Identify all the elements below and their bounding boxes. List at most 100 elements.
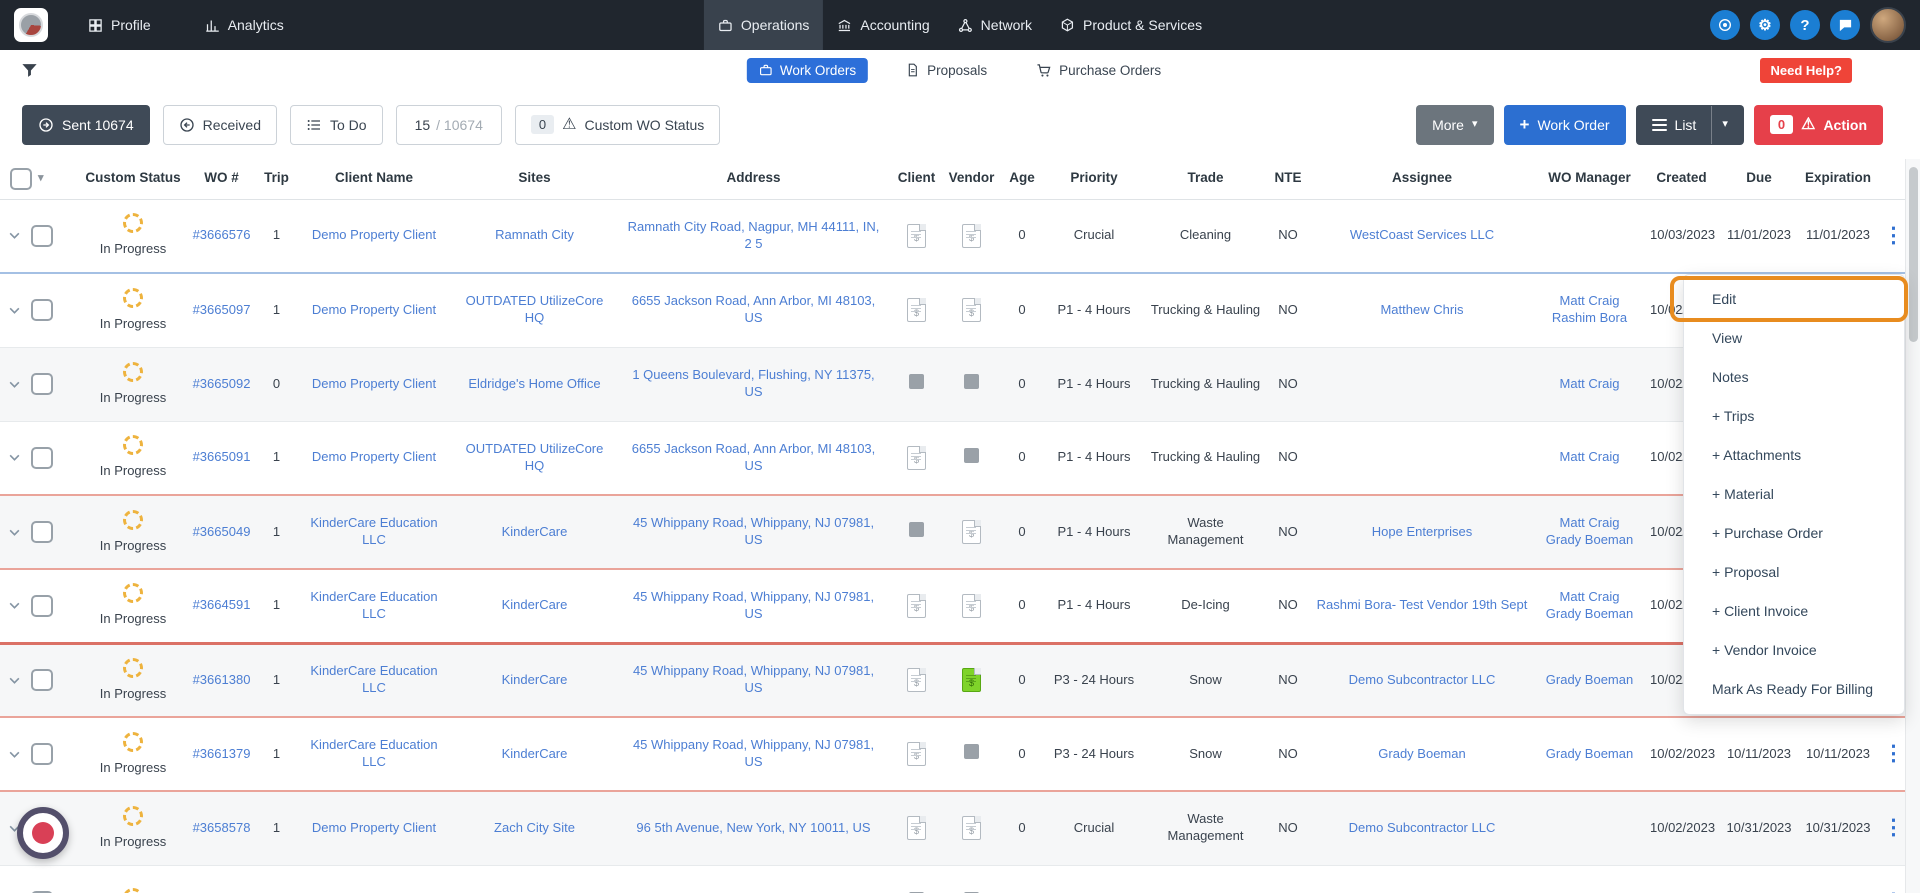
row-checkbox[interactable]	[31, 446, 53, 469]
column-header-client[interactable]: Client	[890, 159, 943, 200]
table-row[interactable]: In Progress #3661380 1 KinderCare Educat…	[0, 641, 1905, 717]
assignee-link[interactable]: Matthew Chris	[1380, 302, 1463, 317]
wo-number-link[interactable]: #3665091	[193, 449, 251, 464]
select-all-checkbox[interactable]	[10, 167, 32, 190]
invoice-doc-icon[interactable]: $	[962, 816, 981, 841]
client-name-link[interactable]: KinderCare Education LLC	[310, 589, 437, 621]
site-link[interactable]: Zach City Site	[494, 820, 575, 835]
client-name-link[interactable]: Demo Property Client	[312, 302, 436, 317]
invoice-doc-icon[interactable]: $	[907, 593, 926, 618]
expand-chevron-icon[interactable]	[8, 599, 21, 612]
address-link[interactable]: 6655 Jackson Road, Ann Arbor, MI 48103, …	[632, 441, 876, 473]
wo-number-link[interactable]: #3661379	[193, 746, 251, 761]
invoice-doc-icon[interactable]: $	[962, 298, 981, 323]
user-avatar[interactable]	[1870, 7, 1906, 43]
wo-number-link[interactable]: #3661380	[193, 672, 251, 687]
list-view-button[interactable]: List ▾	[1635, 104, 1744, 145]
client-name-link[interactable]: KinderCare Education LLC	[310, 663, 437, 695]
table-row[interactable]: In Progress #3665091 1 Demo Property Cli…	[0, 420, 1905, 495]
invoice-doc-icon[interactable]: $	[907, 445, 926, 470]
tab-proposals[interactable]: Proposals	[894, 58, 999, 83]
column-header-trade[interactable]: Trade	[1144, 159, 1267, 200]
invoice-doc-icon[interactable]: $	[907, 298, 926, 323]
tab-purchase-orders[interactable]: Purchase Orders	[1025, 58, 1173, 83]
menu-item-client-invoice[interactable]: + Client Invoice	[1684, 592, 1904, 631]
nav-item-product-services[interactable]: Product & Services	[1046, 0, 1216, 50]
row-actions-kebab-icon[interactable]: ⋮	[1883, 816, 1904, 839]
nav-item-accounting[interactable]: Accounting	[823, 0, 943, 50]
invoice-doc-icon[interactable]: $	[907, 816, 926, 841]
column-header-wo-manager[interactable]: WO Manager	[1535, 159, 1644, 200]
column-header-age[interactable]: Age	[1000, 159, 1044, 200]
row-checkbox[interactable]	[31, 521, 53, 543]
menu-item-material[interactable]: + Material	[1684, 475, 1904, 514]
site-link[interactable]: Ramnath City	[495, 227, 574, 242]
address-link[interactable]: 45 Whippany Road, Whippany, NJ 07981, US	[633, 515, 874, 547]
chat-icon[interactable]	[1830, 10, 1860, 40]
invoice-doc-icon[interactable]: $	[962, 593, 981, 618]
tab-work-orders[interactable]: Work Orders	[746, 57, 869, 83]
column-header-custom-status[interactable]: Custom Status	[80, 159, 186, 200]
wo-number-link[interactable]: #3658578	[193, 820, 251, 835]
menu-item-vendor-invoice[interactable]: + Vendor Invoice	[1684, 631, 1904, 670]
wo-number-link[interactable]: #3664591	[193, 597, 251, 612]
todo-filter-button[interactable]: To Do	[290, 104, 383, 145]
client-name-link[interactable]: Demo Property Client	[312, 227, 436, 242]
site-link[interactable]: KinderCare	[502, 672, 568, 687]
column-header-assignee[interactable]: Assignee	[1309, 159, 1535, 200]
support-icon[interactable]	[1710, 10, 1740, 40]
menu-item-proposal[interactable]: + Proposal	[1684, 553, 1904, 592]
menu-item-trips[interactable]: + Trips	[1684, 397, 1904, 436]
column-header-nte[interactable]: NTE	[1267, 159, 1309, 200]
column-header-vendor[interactable]: Vendor	[943, 159, 1000, 200]
custom-wo-status-button[interactable]: 0 ⚠ Custom WO Status	[514, 104, 721, 145]
client-name-link[interactable]: Demo Property Client	[312, 376, 436, 391]
column-header-created[interactable]: Created	[1644, 159, 1719, 200]
table-row[interactable]: In Progress #3665092 0 Demo Property Cli…	[0, 346, 1905, 421]
address-link[interactable]: 45 Whippany Road, Whippany, NJ 07981, US	[633, 663, 874, 695]
nav-item-profile[interactable]: Profile	[74, 0, 165, 50]
expand-chevron-icon[interactable]	[8, 304, 21, 317]
row-checkbox[interactable]	[31, 224, 53, 247]
nav-item-network[interactable]: Network	[944, 0, 1046, 50]
assignee-link[interactable]: Rashmi Bora- Test Vendor 19th Sept	[1317, 597, 1528, 612]
address-link[interactable]: 1 Queens Boulevard, Flushing, NY 11375, …	[632, 367, 874, 399]
new-work-order-button[interactable]: + Work Order	[1503, 104, 1626, 145]
wo-number-link[interactable]: #3665092	[193, 376, 251, 391]
expand-chevron-icon[interactable]	[8, 229, 21, 242]
site-link[interactable]: KinderCare	[502, 597, 568, 612]
row-actions-kebab-icon[interactable]: ⋮	[1883, 224, 1904, 247]
site-link[interactable]: KinderCare	[502, 746, 568, 761]
expand-chevron-icon[interactable]	[8, 378, 21, 391]
invoice-doc-icon-green[interactable]: $	[962, 668, 981, 693]
assignee-link[interactable]: Grady Boeman	[1378, 746, 1465, 761]
assignee-link[interactable]: WestCoast Services LLC	[1350, 227, 1494, 242]
expand-chevron-icon[interactable]	[8, 526, 21, 539]
site-link[interactable]: Eldridge's Home Office	[468, 376, 600, 391]
site-link[interactable]: OUTDATED UtilizeCore HQ	[466, 441, 604, 473]
menu-item-view[interactable]: View	[1684, 319, 1904, 358]
invoice-doc-icon[interactable]: $	[962, 520, 981, 544]
received-filter-button[interactable]: Received	[162, 104, 277, 145]
invoice-doc-icon[interactable]: $	[962, 223, 981, 248]
column-header-wo-[interactable]: WO #	[186, 159, 257, 200]
nav-item-analytics[interactable]: Analytics	[191, 0, 298, 50]
more-dropdown-button[interactable]: More ▾	[1416, 104, 1494, 145]
row-checkbox[interactable]	[31, 743, 53, 765]
column-header-trip[interactable]: Trip	[257, 159, 296, 200]
invoice-doc-icon[interactable]: $	[907, 223, 926, 248]
table-row[interactable]: In Progress #3661379 1 KinderCare Educat…	[0, 716, 1905, 792]
address-link[interactable]: 96 5th Avenue, New York, NY 10011, US	[636, 820, 870, 835]
client-name-link[interactable]: KinderCare Education LLC	[310, 737, 437, 769]
site-link[interactable]: OUTDATED UtilizeCore HQ	[466, 293, 604, 325]
address-link[interactable]: Ramnath City Road, Nagpur, MH 44111, IN,…	[628, 219, 880, 251]
row-checkbox[interactable]	[31, 594, 53, 617]
action-button[interactable]: 0 ⚠ Action	[1753, 104, 1883, 145]
client-name-link[interactable]: KinderCare Education LLC	[310, 515, 437, 547]
table-row[interactable]: ⋮	[0, 864, 1905, 893]
column-header-due[interactable]: Due	[1719, 159, 1799, 200]
address-link[interactable]: 45 Whippany Road, Whippany, NJ 07981, US	[633, 589, 874, 621]
company-logo[interactable]	[14, 8, 48, 42]
expand-chevron-icon[interactable]	[8, 748, 21, 761]
wo-number-link[interactable]: #3665097	[193, 302, 251, 317]
